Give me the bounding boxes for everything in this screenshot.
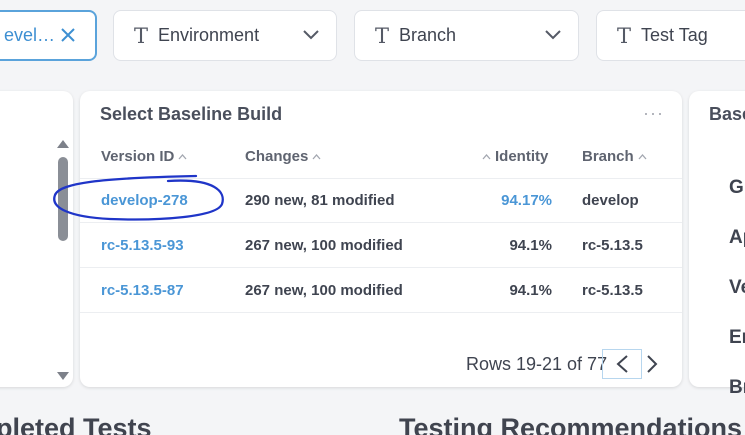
close-icon[interactable] bbox=[59, 26, 77, 44]
filter-chip-test-tag-label: Test Tag bbox=[641, 25, 708, 45]
column-header-label: Branch bbox=[582, 148, 634, 165]
version-link[interactable]: rc-5.13.5-93 bbox=[101, 237, 184, 254]
column-header-label: Identity bbox=[495, 148, 549, 165]
divider bbox=[80, 267, 682, 268]
section-title-testing-recommendations: Testing Recommendations bbox=[399, 413, 743, 435]
scroll-down-arrow-icon[interactable] bbox=[57, 372, 69, 380]
text-type-icon: T bbox=[375, 23, 390, 48]
prev-page-button[interactable] bbox=[602, 349, 642, 379]
identity-cell: 94.17% bbox=[501, 192, 552, 209]
changes-cell: 267 new, 100 modified bbox=[245, 282, 403, 299]
sort-up-icon bbox=[638, 154, 647, 160]
chevron-down-icon bbox=[545, 30, 561, 40]
scroll-up-arrow-icon[interactable] bbox=[57, 140, 69, 148]
right-panel-title: Base bbox=[709, 104, 745, 124]
filter-chip-test-tag[interactable]: T Test Tag bbox=[596, 10, 745, 61]
filter-chip-branch-label: Branch bbox=[399, 25, 457, 45]
pagination-status: Rows 19-21 of 77 bbox=[466, 354, 608, 374]
text-type-icon: T bbox=[617, 23, 632, 48]
column-header-label: Version ID bbox=[101, 148, 175, 165]
chevron-left-icon bbox=[616, 355, 628, 373]
identity-cell: 94.1% bbox=[509, 237, 552, 254]
right-panel-item: Ap bbox=[729, 227, 745, 248]
version-link[interactable]: develop-278 bbox=[101, 192, 188, 209]
column-header-changes[interactable]: Changes bbox=[245, 148, 325, 165]
column-header-label: Changes bbox=[245, 148, 309, 165]
changes-cell: 290 new, 81 modified bbox=[245, 192, 395, 209]
section-title-completed-tests: pleted Tests bbox=[0, 413, 152, 435]
changes-cell: 267 new, 100 modified bbox=[245, 237, 403, 254]
right-panel-item: Br bbox=[729, 377, 745, 397]
panel-title: Select Baseline Build bbox=[100, 104, 283, 124]
branch-cell: rc-5.13.5 bbox=[582, 237, 643, 254]
divider bbox=[80, 222, 682, 223]
branch-cell: develop bbox=[582, 192, 639, 209]
version-link[interactable]: rc-5.13.5-87 bbox=[101, 282, 184, 299]
column-header-branch[interactable]: Branch bbox=[582, 148, 651, 165]
text-type-icon: T bbox=[134, 23, 149, 48]
scrollbar-thumb[interactable] bbox=[58, 157, 68, 241]
right-panel-item: Ve bbox=[729, 277, 745, 298]
right-panel-item: Gr bbox=[729, 177, 745, 198]
filter-chip-environment[interactable]: T Environment bbox=[113, 10, 337, 61]
filter-chip-branch[interactable]: T Branch bbox=[354, 10, 579, 61]
column-header-identity[interactable]: Identity bbox=[478, 148, 548, 165]
chevron-down-icon bbox=[303, 30, 319, 40]
chevron-right-icon bbox=[647, 355, 658, 373]
column-header-version[interactable]: Version ID bbox=[101, 148, 191, 165]
divider bbox=[80, 312, 682, 313]
filter-chip-build-label: evel… bbox=[4, 25, 56, 45]
sort-up-icon bbox=[178, 154, 187, 160]
more-options-icon[interactable]: ··· bbox=[643, 103, 664, 124]
divider bbox=[80, 178, 682, 179]
branch-cell: rc-5.13.5 bbox=[582, 282, 643, 299]
identity-cell: 94.1% bbox=[509, 282, 552, 299]
right-panel-item: En bbox=[729, 327, 745, 348]
next-page-button[interactable] bbox=[640, 349, 664, 379]
sort-up-icon bbox=[482, 154, 491, 160]
sort-up-icon bbox=[312, 154, 321, 160]
filter-chip-environment-label: Environment bbox=[158, 25, 260, 45]
filter-chip-build[interactable]: evel… bbox=[0, 10, 97, 61]
